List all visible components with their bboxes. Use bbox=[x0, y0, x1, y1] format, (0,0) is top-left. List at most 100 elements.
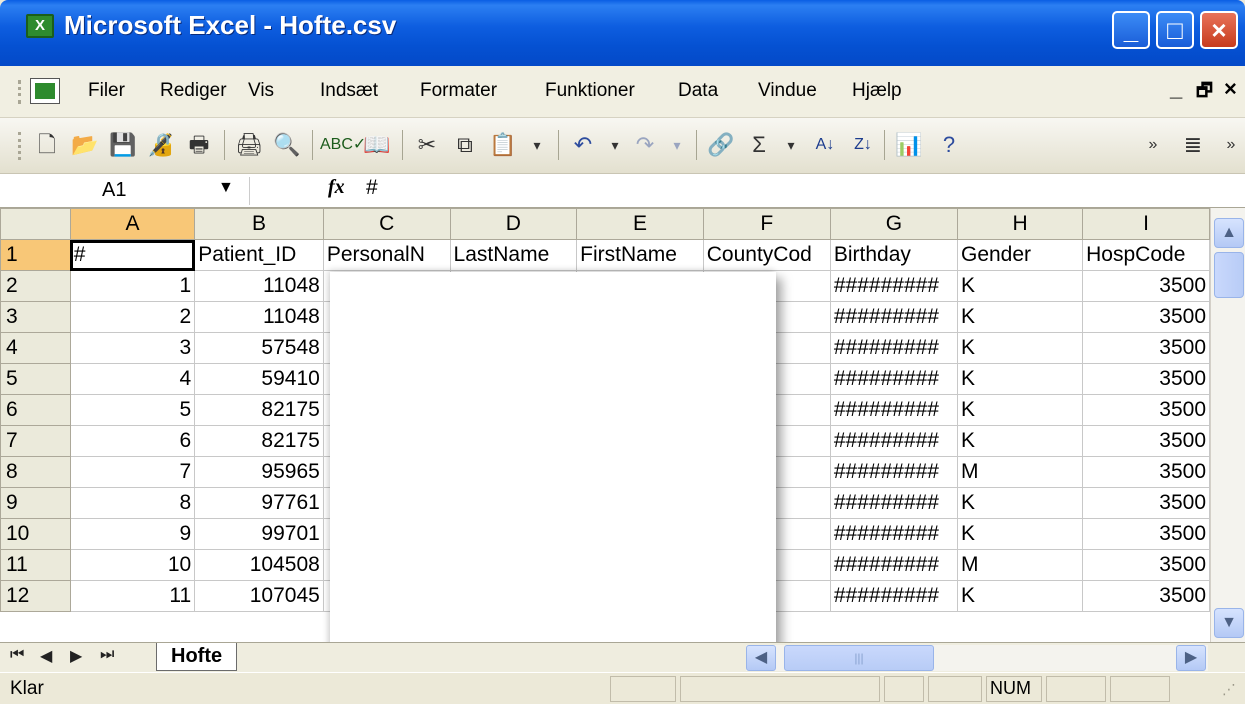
print-quick-icon[interactable]: 🖨 bbox=[232, 128, 266, 162]
cell[interactable]: ######### bbox=[829, 487, 958, 519]
menu-vis[interactable]: Vis bbox=[248, 80, 274, 102]
cell[interactable]: 3500 bbox=[1082, 301, 1210, 333]
print-icon[interactable]: 🖶 bbox=[182, 128, 216, 162]
row-header[interactable]: 12 bbox=[0, 580, 71, 612]
close-button[interactable]: × bbox=[1200, 11, 1238, 49]
column-header[interactable]: I bbox=[1082, 208, 1210, 240]
cell[interactable]: ######### bbox=[829, 580, 958, 612]
cell[interactable]: 4 bbox=[69, 363, 196, 395]
cell[interactable]: PersonalN bbox=[322, 239, 451, 271]
research-icon[interactable]: 📖 bbox=[360, 128, 394, 162]
resize-grip-icon[interactable]: ⋰ bbox=[1222, 681, 1236, 698]
menu-indsaet[interactable]: Indsæt bbox=[320, 80, 378, 102]
cell[interactable]: ######### bbox=[829, 363, 958, 395]
column-header[interactable]: E bbox=[576, 208, 704, 240]
sort-descending-icon[interactable]: Z↓ bbox=[846, 128, 880, 162]
cell[interactable]: 3500 bbox=[1082, 487, 1210, 519]
cell[interactable]: 9 bbox=[69, 518, 196, 550]
cell[interactable]: 82175 bbox=[194, 394, 324, 426]
row-header[interactable]: 6 bbox=[0, 394, 71, 426]
print-preview-icon[interactable]: 🔍 bbox=[270, 128, 304, 162]
scroll-up-button[interactable]: ▲ bbox=[1214, 218, 1244, 248]
cell[interactable]: 8 bbox=[69, 487, 196, 519]
row-header[interactable]: 10 bbox=[0, 518, 71, 550]
cell[interactable]: 11 bbox=[69, 580, 196, 612]
next-sheet-icon[interactable]: ▶ bbox=[70, 646, 82, 666]
column-header[interactable]: A bbox=[69, 208, 196, 240]
cell[interactable]: ######### bbox=[829, 332, 958, 364]
cell[interactable]: 82175 bbox=[194, 425, 324, 457]
cell[interactable]: 6 bbox=[69, 425, 196, 457]
cell[interactable]: 11048 bbox=[194, 270, 324, 302]
cell[interactable]: M bbox=[956, 456, 1084, 488]
cell[interactable]: Gender bbox=[956, 239, 1084, 271]
cell[interactable]: 3500 bbox=[1082, 270, 1210, 302]
select-all-corner[interactable] bbox=[0, 208, 71, 240]
minimize-button[interactable]: _ bbox=[1112, 11, 1150, 49]
toolbar-options-icon-2[interactable]: » bbox=[1214, 128, 1245, 162]
cell[interactable]: ######### bbox=[829, 270, 958, 302]
hyperlink-icon[interactable]: 🔗 bbox=[704, 128, 738, 162]
cell[interactable]: 10 bbox=[69, 549, 196, 581]
cell[interactable]: 3500 bbox=[1082, 425, 1210, 457]
cell[interactable]: 97761 bbox=[194, 487, 324, 519]
redo-icon[interactable]: ↷ bbox=[628, 128, 662, 162]
sheet-tab-hofte[interactable]: Hofte bbox=[156, 643, 238, 671]
column-header[interactable]: H bbox=[956, 208, 1084, 240]
cell[interactable]: HospCode bbox=[1082, 239, 1210, 271]
cell[interactable]: K bbox=[956, 363, 1084, 395]
cell[interactable]: ######### bbox=[829, 518, 958, 550]
paste-dropdown-icon[interactable]: ▾ bbox=[520, 128, 554, 162]
cell[interactable]: 3500 bbox=[1082, 363, 1210, 395]
row-header[interactable]: 11 bbox=[0, 549, 71, 581]
column-header[interactable]: G bbox=[829, 208, 958, 240]
cell[interactable]: 7 bbox=[69, 456, 196, 488]
cell[interactable]: 11048 bbox=[194, 301, 324, 333]
prev-sheet-icon[interactable]: ◀ bbox=[40, 646, 52, 666]
cell[interactable]: 3500 bbox=[1082, 394, 1210, 426]
cell[interactable]: Birthday bbox=[829, 239, 958, 271]
cell[interactable]: ######### bbox=[829, 425, 958, 457]
menu-grip[interactable] bbox=[18, 80, 24, 104]
last-sheet-icon[interactable]: ⏭ bbox=[100, 646, 114, 664]
insert-function-icon[interactable]: fx bbox=[328, 176, 345, 199]
cell[interactable]: 3500 bbox=[1082, 549, 1210, 581]
chevron-down-icon[interactable]: ▼ bbox=[218, 179, 234, 197]
name-box[interactable]: A1 ▼ bbox=[2, 177, 250, 205]
cell[interactable]: 2 bbox=[69, 301, 196, 333]
scroll-down-button[interactable]: ▼ bbox=[1214, 608, 1244, 638]
column-header[interactable]: D bbox=[449, 208, 578, 240]
vertical-scroll-thumb[interactable] bbox=[1214, 252, 1244, 298]
blank-popup-window[interactable] bbox=[330, 272, 776, 662]
row-header[interactable]: 7 bbox=[0, 425, 71, 457]
first-sheet-icon[interactable]: ⏮ bbox=[10, 646, 24, 664]
cell[interactable]: K bbox=[956, 332, 1084, 364]
cell[interactable]: 59410 bbox=[194, 363, 324, 395]
menu-vindue[interactable]: Vindue bbox=[758, 80, 817, 102]
maximize-button[interactable]: □ bbox=[1156, 11, 1194, 49]
row-header[interactable]: 3 bbox=[0, 301, 71, 333]
row-header[interactable]: 2 bbox=[0, 270, 71, 302]
chart-wizard-icon[interactable]: 📊 bbox=[892, 128, 926, 162]
redo-dropdown-icon[interactable]: ▾ bbox=[660, 128, 694, 162]
undo-icon[interactable]: ↶ bbox=[566, 128, 600, 162]
new-icon[interactable]: 🗋 bbox=[30, 128, 64, 162]
cell[interactable]: ######### bbox=[829, 301, 958, 333]
cell[interactable]: Patient_ID bbox=[194, 239, 324, 271]
cell[interactable]: ######### bbox=[829, 549, 958, 581]
doc-restore-button[interactable]: 🗗 bbox=[1196, 78, 1213, 108]
cell[interactable]: 107045 bbox=[194, 580, 324, 612]
cell[interactable]: K bbox=[956, 425, 1084, 457]
cell[interactable]: ######### bbox=[829, 394, 958, 426]
column-header[interactable]: B bbox=[194, 208, 324, 240]
row-header[interactable]: 9 bbox=[0, 487, 71, 519]
menu-rediger[interactable]: Rediger bbox=[160, 80, 227, 102]
cell[interactable]: 3 bbox=[69, 332, 196, 364]
formula-input[interactable]: # bbox=[366, 176, 378, 200]
sort-ascending-icon[interactable]: A↓ bbox=[808, 128, 842, 162]
column-header[interactable]: F bbox=[702, 208, 831, 240]
cell[interactable]: 95965 bbox=[194, 456, 324, 488]
scroll-left-button[interactable]: ◀ bbox=[746, 645, 776, 671]
cell[interactable]: 104508 bbox=[194, 549, 324, 581]
cell[interactable]: 3500 bbox=[1082, 456, 1210, 488]
